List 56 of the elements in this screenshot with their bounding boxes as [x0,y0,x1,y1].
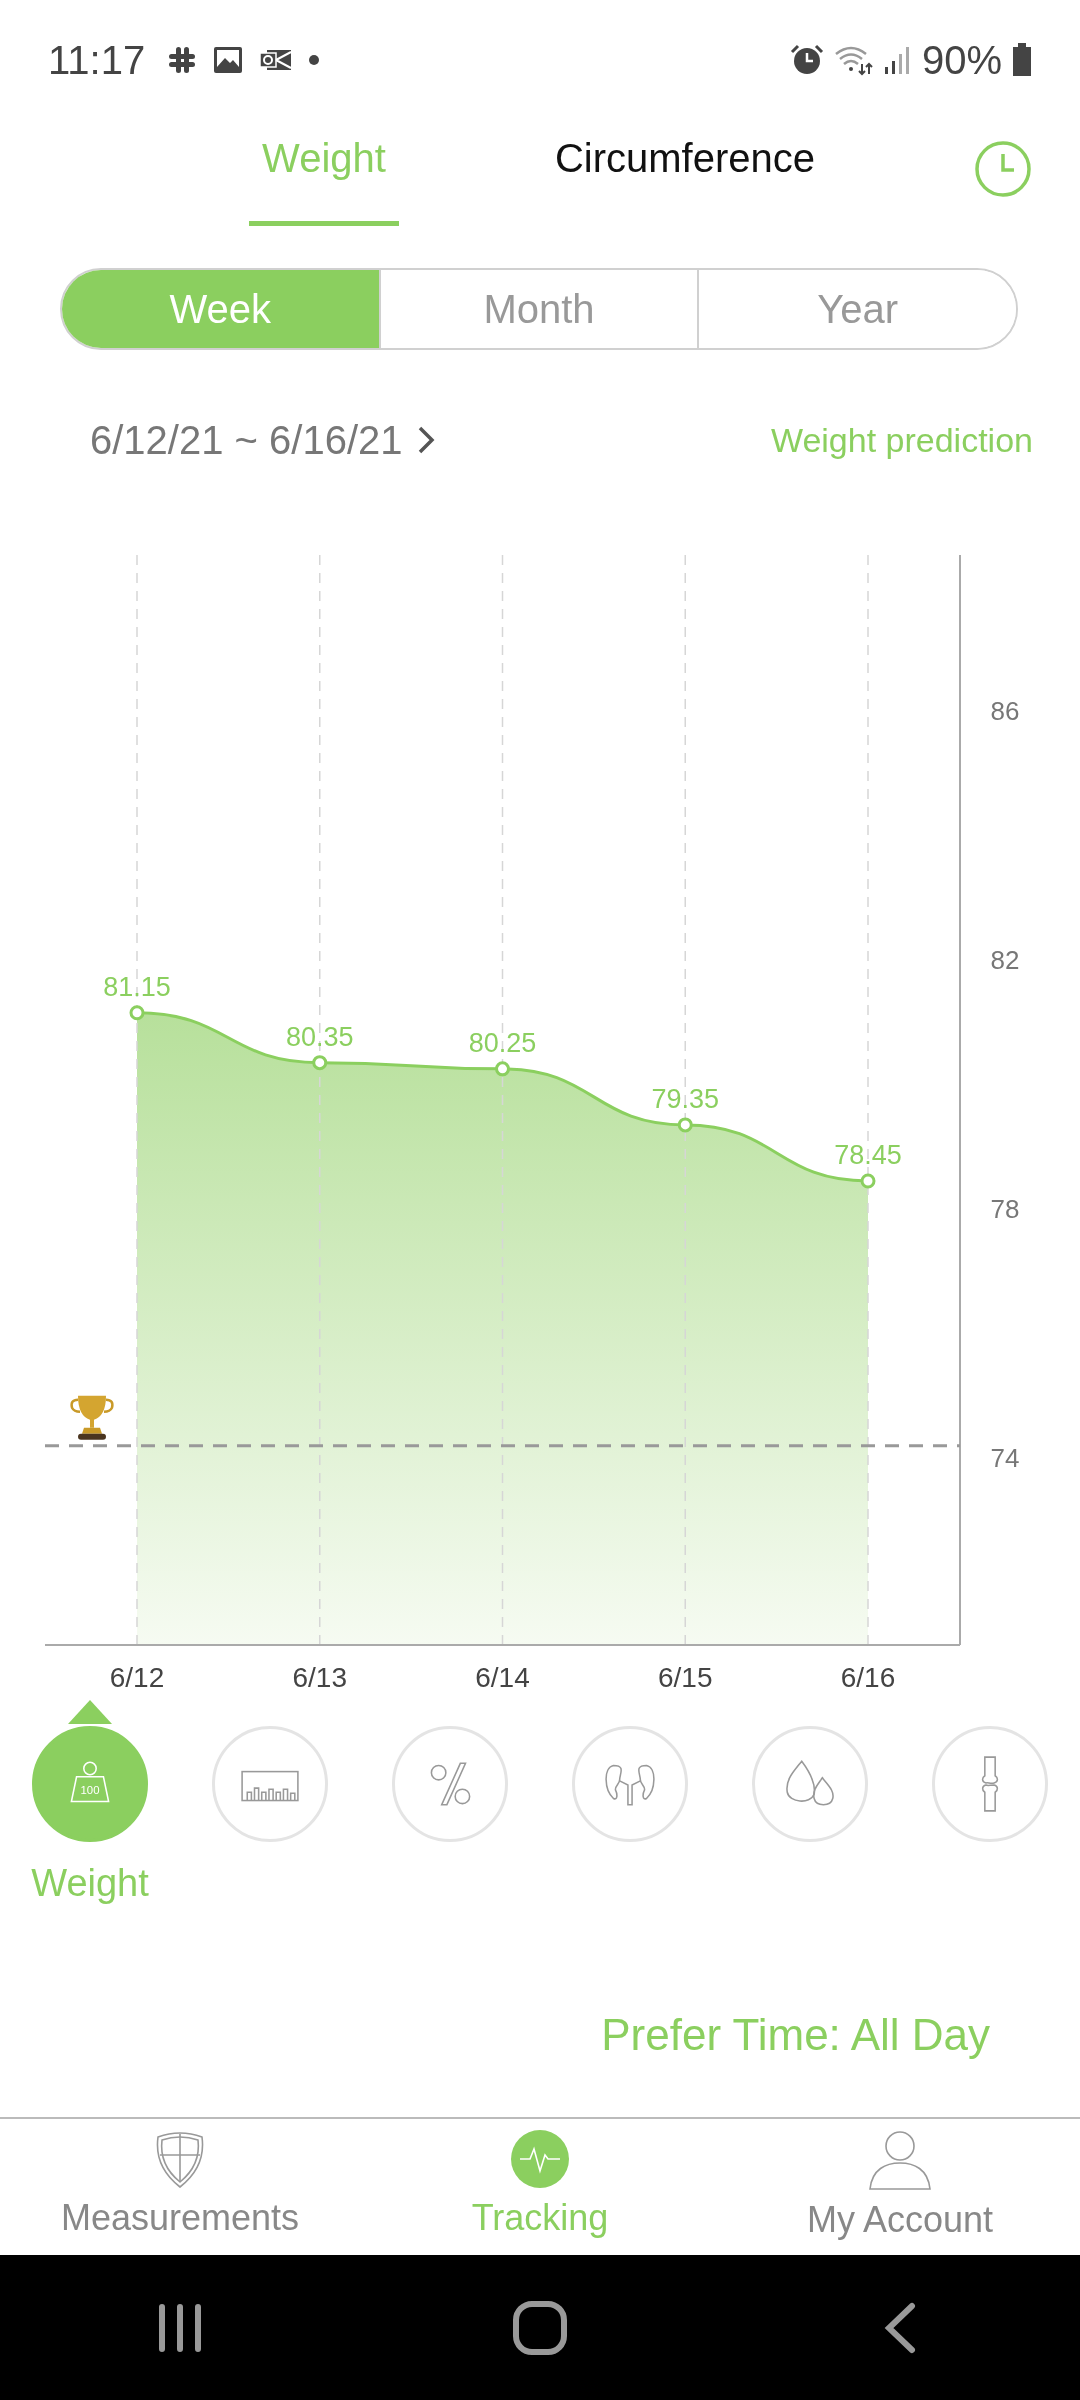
axis-label: 74 [990,1443,1020,1474]
nav-item[interactable]: Measurements [0,2119,360,2255]
data-point [495,1061,510,1077]
status-time: 11:17 [48,37,146,83]
percent-icon [430,1762,471,1806]
recent-apps-icon[interactable] [156,2302,204,2353]
axis-label: 6/16 [840,1662,896,1693]
home-icon[interactable] [512,2299,568,2356]
metric-button[interactable]: 100 [32,1726,148,1842]
nav-item[interactable]: My Account [720,2119,1080,2255]
joint-icon [981,1756,999,1812]
kidneys-icon [605,1764,655,1806]
back-icon[interactable] [883,2301,917,2354]
hash-icon [167,45,198,75]
history-clock-icon[interactable] [974,140,1032,198]
selection-triangle-icon [68,1700,112,1724]
ruler-icon [241,1770,299,1802]
axis-label: 82 [990,944,1020,975]
dot-icon [309,55,320,65]
trophy-icon [70,1395,114,1440]
battery-icon [1012,43,1032,77]
data-point [312,1055,328,1071]
axis-label: 6/15 [658,1662,713,1693]
data-point [129,1005,145,1021]
data-label: 81.15 [103,971,171,1002]
data-point [860,1173,876,1189]
alarm-icon [789,44,824,76]
image-icon [213,46,244,74]
period-tab[interactable]: Year [697,270,1016,348]
data-label: 78.45 [834,1139,902,1170]
battery-percent: 90% [921,37,1002,83]
axis-label: 6/13 [292,1662,347,1693]
axis-label: 86 [990,695,1020,726]
data-label: 79.35 [651,1083,720,1114]
weight-prediction-link[interactable]: Weight prediction [770,420,1033,460]
weight-icon [70,1761,110,1803]
signal-icon [883,45,912,75]
chevron-right-icon[interactable] [416,425,435,455]
tab[interactable]: Circumference [505,120,865,230]
period-tab[interactable]: Week [62,270,379,348]
metric-label: Weight [31,1862,149,1905]
data-label: 80.35 [285,1021,354,1052]
prefer-time-label[interactable]: Prefer Time: All Day [601,2010,990,2117]
nav-item[interactable]: Tracking [360,2119,720,2255]
water-drops-icon [786,1760,834,1806]
wifi-icon [833,44,874,76]
axis-label: 6/14 [475,1662,530,1693]
data-point [677,1117,693,1133]
axis-label: 6/12 [109,1662,165,1693]
data-label: 80.25 [468,1027,537,1058]
pulse-icon [510,2129,570,2189]
date-range: 6/12/21 ~ 6/16/21 [90,417,403,463]
tab[interactable]: Weight [224,120,424,230]
person-icon [868,2129,932,2191]
weight-value-label: 100 [80,1784,100,1797]
axis-label: 78 [990,1194,1020,1224]
